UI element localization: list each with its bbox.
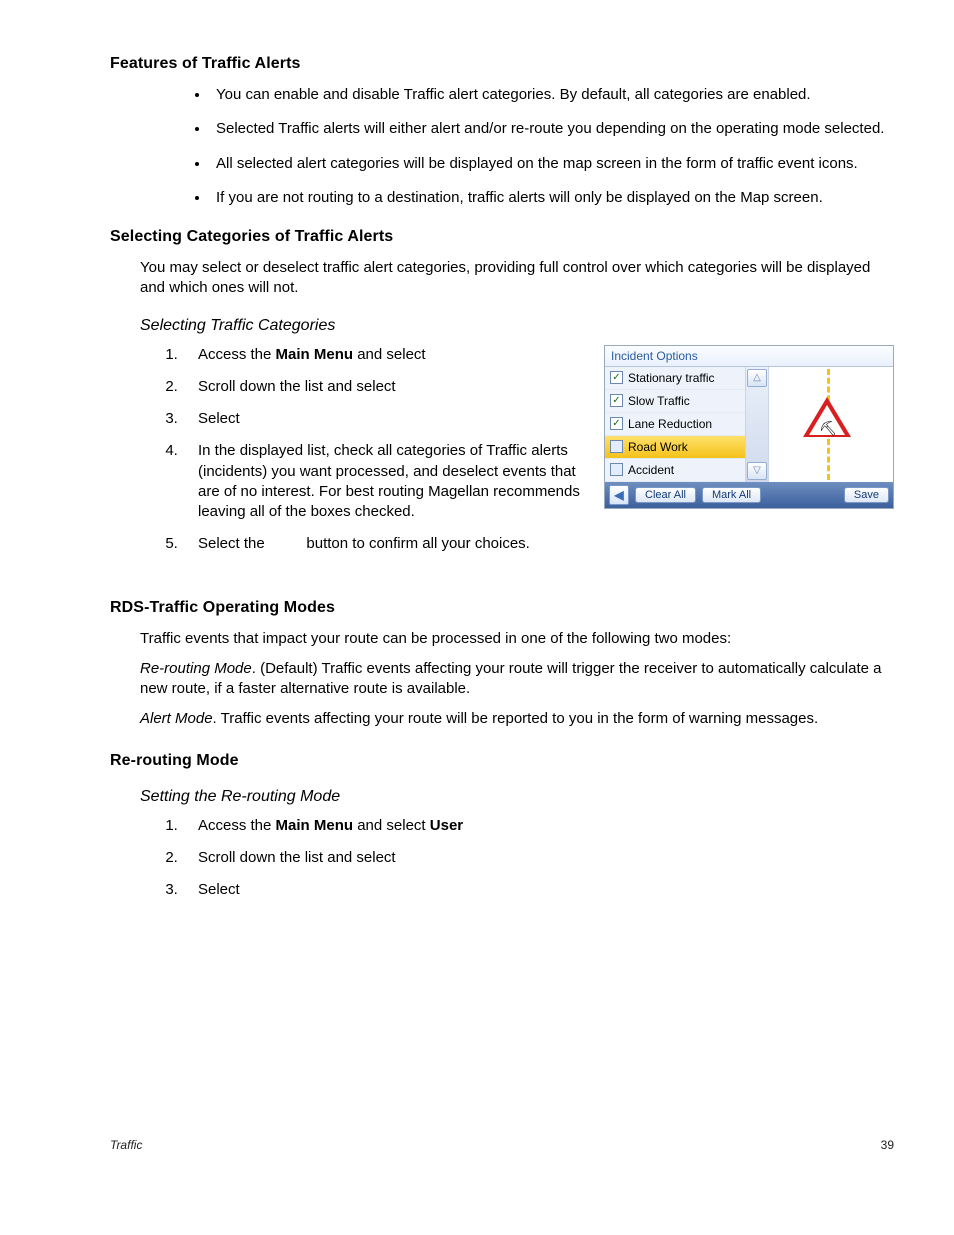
footer-section-name: Traffic: [110, 1138, 142, 1152]
incident-options-figure: Incident Options ✓ Stationary traffic ✓ …: [604, 345, 894, 509]
incident-options-list: ✓ Stationary traffic ✓ Slow Traffic ✓ La…: [605, 367, 746, 482]
incident-item-slow[interactable]: ✓ Slow Traffic: [605, 390, 745, 413]
clear-all-button[interactable]: Clear All: [635, 487, 696, 503]
incident-scrollbar[interactable]: △ ▽: [746, 367, 769, 482]
selecting-intro-text: You may select or deselect traffic alert…: [140, 258, 894, 299]
incident-item-label: Road Work: [628, 440, 688, 454]
checkbox-icon[interactable]: ✓: [610, 417, 623, 430]
heading-operating-modes: RDS-Traffic Operating Modes: [110, 599, 894, 617]
heading-features: Features of Traffic Alerts: [110, 55, 894, 73]
roadwork-icon: ⛏: [819, 420, 837, 437]
step-bold: Main Menu: [276, 346, 354, 363]
checkbox-icon[interactable]: ✓: [610, 371, 623, 384]
mark-all-button[interactable]: Mark All: [702, 487, 761, 503]
incident-map-preview: ⛏: [769, 367, 893, 482]
save-button[interactable]: Save: [844, 487, 889, 503]
incident-item-roadwork[interactable]: ✓ Road Work: [605, 436, 745, 459]
bullet-item: Selected Traffic alerts will either aler…: [210, 119, 894, 139]
incident-footer: ◀ Clear All Mark All Save: [605, 482, 893, 508]
footer-page-number: 39: [881, 1138, 894, 1152]
incident-item-label: Accident: [628, 463, 674, 477]
checkbox-icon[interactable]: ✓: [610, 394, 623, 407]
checkbox-icon[interactable]: ✓: [610, 463, 623, 476]
incident-item-label: Stationary traffic: [628, 371, 714, 385]
step-item: Scroll down the list and select: [182, 377, 586, 397]
step-text: Access the: [198, 817, 276, 834]
step-item: Select: [182, 409, 586, 429]
incident-options-title: Incident Options: [605, 346, 893, 367]
step-item: Access the Main Menu and select User: [182, 816, 894, 836]
operating-intro-text: Traffic events that impact your route ca…: [140, 629, 894, 649]
heading-setting-rerouting: Setting the Re-routing Mode: [140, 788, 894, 806]
bullet-item: All selected alert categories will be di…: [210, 154, 894, 174]
step-text: button to confirm all your choices.: [302, 535, 530, 552]
features-list: You can enable and disable Traffic alert…: [210, 85, 894, 208]
rerouting-mode-desc: Re-routing Mode. (Default) Traffic event…: [140, 659, 894, 700]
steps-list-1: Access the Main Menu and select Scroll d…: [182, 345, 586, 555]
step-item: Access the Main Menu and select: [182, 345, 586, 365]
step-bold: Main Menu: [276, 817, 354, 834]
step-text: and select: [353, 817, 430, 834]
back-button[interactable]: ◀: [609, 485, 629, 505]
step-item: Select: [182, 880, 894, 900]
checkbox-icon[interactable]: ✓: [610, 440, 623, 453]
heading-rerouting-mode: Re-routing Mode: [110, 752, 894, 770]
bullet-item: If you are not routing to a destination,…: [210, 188, 894, 208]
scroll-down-icon[interactable]: ▽: [747, 462, 767, 480]
incident-item-lane[interactable]: ✓ Lane Reduction: [605, 413, 745, 436]
mode-label: Alert Mode: [140, 710, 213, 727]
heading-selecting-categories: Selecting Categories of Traffic Alerts: [110, 228, 894, 246]
mode-label: Re-routing Mode: [140, 660, 252, 677]
step-item: Select the button to confirm all your ch…: [182, 534, 586, 554]
page-footer: Traffic 39: [110, 1138, 894, 1152]
incident-options-panel: Incident Options ✓ Stationary traffic ✓ …: [604, 345, 894, 509]
incident-item-label: Slow Traffic: [628, 394, 690, 408]
step-text: and select: [353, 346, 426, 363]
alert-mode-desc: Alert Mode. Traffic events affecting you…: [140, 709, 894, 729]
mode-text: . (Default) Traffic events affecting you…: [140, 660, 881, 697]
steps-list-2: Access the Main Menu and select User Scr…: [182, 816, 894, 901]
incident-item-stationary[interactable]: ✓ Stationary traffic: [605, 367, 745, 390]
incident-item-accident[interactable]: ✓ Accident: [605, 459, 745, 482]
mode-text: . Traffic events affecting your route wi…: [213, 710, 819, 727]
step-item: Scroll down the list and select: [182, 848, 894, 868]
bullet-item: You can enable and disable Traffic alert…: [210, 85, 894, 105]
heading-selecting-traffic-categories: Selecting Traffic Categories: [140, 317, 894, 335]
incident-item-label: Lane Reduction: [628, 417, 712, 431]
step-text: Access the: [198, 346, 276, 363]
step-item: In the displayed list, check all categor…: [182, 441, 586, 522]
step-text: Select the: [198, 535, 269, 552]
step-bold: User: [430, 817, 463, 834]
scroll-up-icon[interactable]: △: [747, 369, 767, 387]
